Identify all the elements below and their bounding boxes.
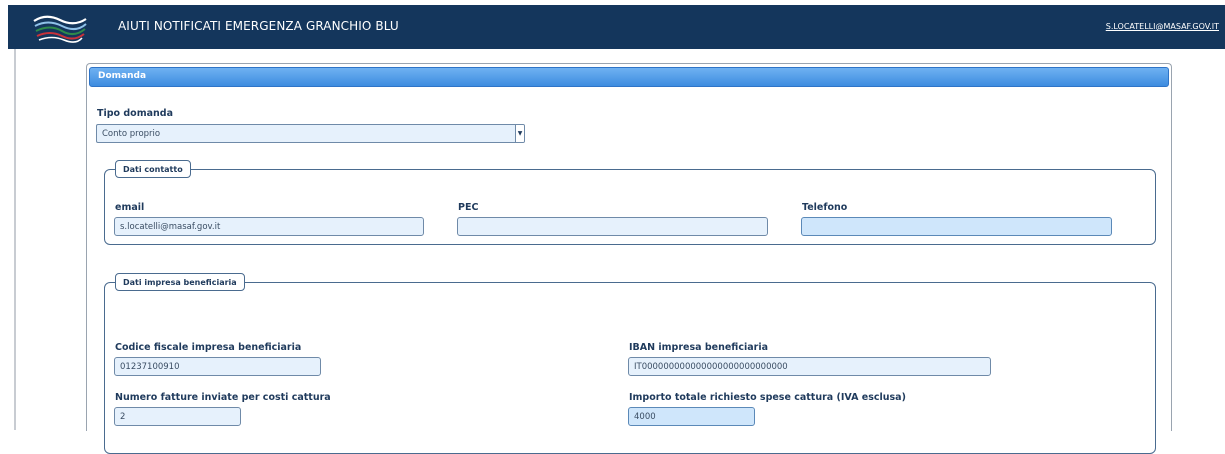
tipo-domanda-label: Tipo domanda (97, 108, 173, 119)
tipo-domanda-value: Conto proprio (102, 129, 161, 139)
dati-impresa-legend: Dati impresa beneficiaria (115, 273, 245, 291)
crab-wave-logo-icon[interactable] (32, 11, 88, 43)
telefono-label: Telefono (802, 202, 848, 213)
telefono-field[interactable] (801, 217, 1112, 236)
user-account-link[interactable]: S.LOCATELLI@MASAF.GOV.IT (1106, 22, 1219, 31)
email-label: email (115, 202, 145, 213)
pec-label: PEC (458, 202, 479, 213)
app-header: AIUTI NOTIFICATI EMERGENZA GRANCHIO BLU … (8, 5, 1225, 49)
iban-field[interactable]: IT000000000000000000000000000 (628, 357, 991, 376)
email-field[interactable]: s.locatelli@masaf.gov.it (114, 217, 424, 236)
panel-title: Domanda (98, 71, 147, 81)
chevron-down-icon[interactable]: ▼ (515, 125, 524, 142)
codice-fiscale-label: Codice fiscale impresa beneficiaria (115, 342, 302, 353)
left-divider (14, 49, 16, 430)
tipo-domanda-select[interactable]: Conto proprio ▼ (96, 124, 525, 143)
iban-label: IBAN impresa beneficiaria (629, 342, 768, 353)
importo-totale-label: Importo totale richiesto spese cattura (… (629, 392, 906, 403)
dati-contatto-legend: Dati contatto (115, 160, 191, 178)
domanda-panel: Domanda Tipo domanda Conto proprio ▼ Dat… (86, 63, 1172, 454)
codice-fiscale-field[interactable]: 01237100910 (114, 357, 321, 376)
pec-field[interactable] (457, 217, 768, 236)
panel-header: Domanda (89, 67, 1169, 87)
importo-totale-field[interactable]: 4000 (628, 407, 755, 426)
numero-fatture-field[interactable]: 2 (114, 407, 241, 426)
numero-fatture-label: Numero fatture inviate per costi cattura (115, 392, 331, 403)
app-title: AIUTI NOTIFICATI EMERGENZA GRANCHIO BLU (118, 19, 399, 33)
